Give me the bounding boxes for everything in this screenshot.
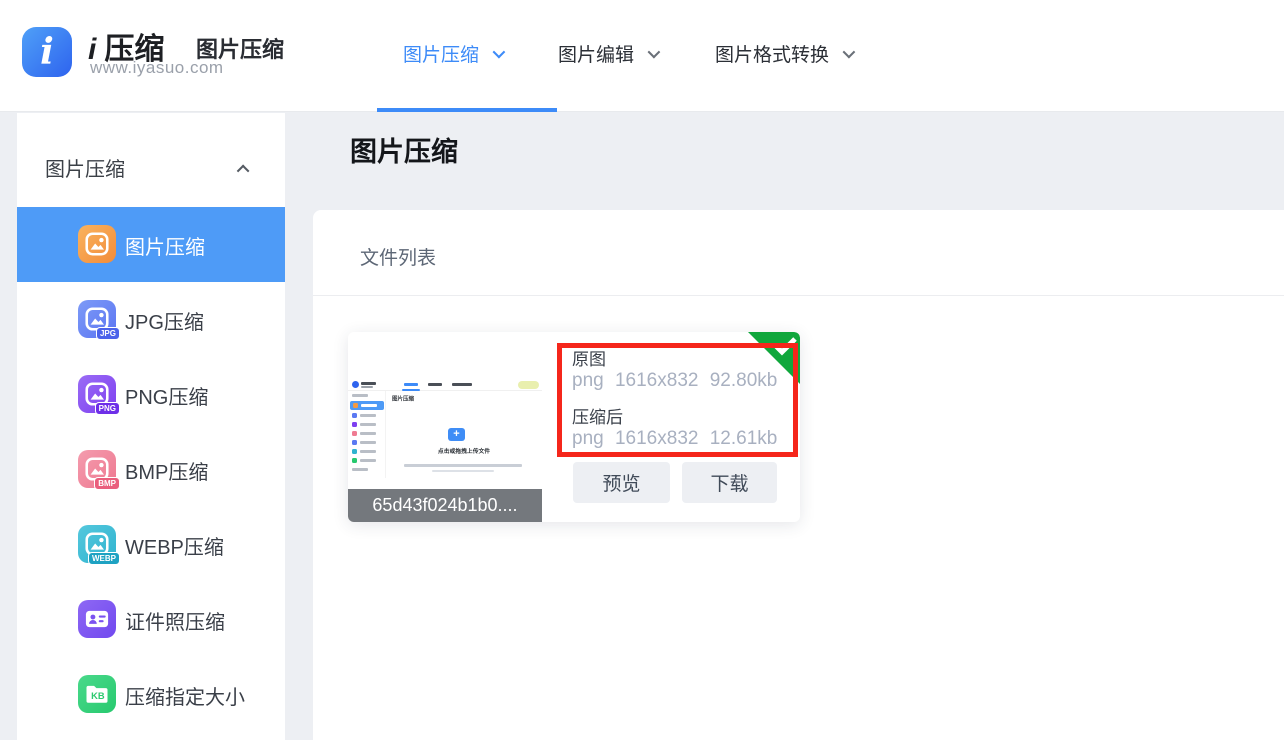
decor-bar bbox=[428, 383, 442, 386]
thumb-upload-plus-icon: + bbox=[448, 428, 465, 441]
sidebar-item-webp-compress[interactable]: WEBP WEBP压缩 bbox=[17, 507, 285, 582]
decor-dot bbox=[352, 440, 357, 445]
decor-bar bbox=[360, 423, 376, 426]
thumb-mini-row bbox=[348, 420, 386, 429]
decor-bar bbox=[402, 389, 420, 391]
webp-badge: WEBP bbox=[88, 552, 120, 565]
header: i i压缩 图片压缩 www.iyasuo.com 图片压缩 图片编辑 图片格式… bbox=[0, 0, 1284, 112]
active-nav-underline bbox=[377, 108, 557, 112]
decor-dot bbox=[352, 431, 357, 436]
brand-url: www.iyasuo.com bbox=[90, 58, 224, 78]
chevron-down-icon bbox=[843, 46, 856, 59]
decor-bar bbox=[360, 450, 376, 453]
download-button[interactable]: 下载 bbox=[682, 462, 777, 503]
thumb-mini-logo bbox=[352, 381, 359, 388]
nav-item-image-edit[interactable]: 图片编辑 bbox=[558, 40, 657, 67]
thumb-mini-row bbox=[348, 465, 386, 474]
preview-button[interactable]: 预览 bbox=[573, 462, 670, 503]
sidebar-item-label: PNG压缩 bbox=[125, 381, 208, 410]
thumb-mini-row-active bbox=[350, 401, 384, 410]
sidebar-item-bmp-compress[interactable]: BMP BMP压缩 bbox=[17, 432, 285, 507]
decor-bar bbox=[432, 470, 494, 472]
sidebar-item-id-photo-compress[interactable]: 证件照压缩 bbox=[17, 582, 285, 657]
decor-bar bbox=[352, 394, 368, 397]
site-logo-icon[interactable]: i bbox=[22, 27, 72, 77]
decor-bar bbox=[360, 414, 376, 417]
page-title: 图片压缩 bbox=[350, 130, 458, 169]
decor-bar bbox=[360, 441, 376, 444]
sidebar-item-label: JPG压缩 bbox=[125, 306, 204, 335]
decor-dot bbox=[353, 403, 358, 408]
thumb-mini-row bbox=[348, 456, 386, 465]
file-list-panel: 文件列表 bbox=[313, 210, 1284, 740]
file-name: 65d43f024b1b0.... bbox=[348, 489, 542, 522]
decor-bar bbox=[404, 383, 418, 386]
jpg-badge: JPG bbox=[96, 327, 120, 340]
decor-bar bbox=[361, 404, 377, 407]
sidebar-item-label: 图片压缩 bbox=[125, 231, 205, 260]
image-compress-icon bbox=[78, 225, 116, 263]
decor-bar bbox=[361, 386, 373, 388]
sidebar-group-title: 图片压缩 bbox=[45, 153, 125, 182]
thumb-mini-button bbox=[518, 381, 539, 389]
decor-bar bbox=[452, 383, 472, 386]
svg-text:KB: KB bbox=[91, 691, 105, 701]
decor-bar bbox=[404, 464, 522, 467]
decor-dot bbox=[352, 449, 357, 454]
bmp-compress-icon: BMP bbox=[78, 450, 116, 488]
thumb-mini-title: 图片压缩 bbox=[392, 394, 414, 402]
highlight-box bbox=[557, 343, 798, 457]
sidebar-item-label: BMP压缩 bbox=[125, 456, 208, 485]
nav-item-label: 图片编辑 bbox=[558, 40, 634, 67]
sidebar-item-label: 压缩指定大小 bbox=[125, 681, 245, 710]
decor-bar bbox=[360, 459, 376, 462]
sidebar-list: 图片压缩 JPG JPG压缩 PNG PNG压缩 BMP BMP压缩 bbox=[17, 207, 285, 732]
thumb-mini-row bbox=[348, 411, 386, 420]
thumb-mini-row bbox=[348, 438, 386, 447]
chevron-up-icon bbox=[237, 165, 250, 178]
decor-dot bbox=[352, 422, 357, 427]
nav-item-format-convert[interactable]: 图片格式转换 bbox=[715, 40, 852, 67]
decor-bar bbox=[361, 382, 376, 385]
file-thumbnail[interactable]: 图片压缩 + 点击或拖拽上传文件 65d43f024b1b0.... bbox=[348, 332, 542, 522]
sidebar-item-png-compress[interactable]: PNG PNG压缩 bbox=[17, 357, 285, 432]
sidebar-item-target-size-compress[interactable]: KB 压缩指定大小 bbox=[17, 657, 285, 732]
bmp-badge: BMP bbox=[94, 477, 120, 490]
sidebar: 图片压缩 图片压缩 JPG JPG压缩 PNG PNG压缩 bbox=[17, 113, 285, 740]
png-compress-icon: PNG bbox=[78, 375, 116, 413]
nav-item-label: 图片格式转换 bbox=[715, 40, 829, 67]
sidebar-item-label: 证件照压缩 bbox=[125, 606, 225, 635]
decor-bar bbox=[360, 432, 376, 435]
nav-item-label: 图片压缩 bbox=[403, 40, 479, 67]
thumb-mini-row bbox=[348, 447, 386, 456]
id-photo-compress-icon bbox=[78, 600, 116, 638]
panel-divider bbox=[313, 295, 1284, 296]
thumb-mini-header bbox=[348, 378, 542, 391]
sidebar-item-label: WEBP压缩 bbox=[125, 531, 224, 560]
sidebar-group-image-compress[interactable]: 图片压缩 bbox=[17, 113, 285, 207]
jpg-compress-icon: JPG bbox=[78, 300, 116, 338]
png-badge: PNG bbox=[95, 402, 120, 415]
chevron-down-icon bbox=[648, 46, 661, 59]
file-card: 图片压缩 + 点击或拖拽上传文件 65d43f024b1b0.... 原图 pn… bbox=[348, 332, 800, 522]
decor-dot bbox=[352, 413, 357, 418]
nav-item-image-compress[interactable]: 图片压缩 bbox=[403, 40, 502, 67]
sidebar-item-jpg-compress[interactable]: JPG JPG压缩 bbox=[17, 282, 285, 357]
panel-title: 文件列表 bbox=[360, 243, 436, 270]
sidebar-item-image-compress[interactable]: 图片压缩 bbox=[17, 207, 285, 282]
thumb-mini-sidebar bbox=[348, 391, 386, 478]
webp-compress-icon: WEBP bbox=[78, 525, 116, 563]
thumb-mini-row bbox=[348, 429, 386, 438]
thumb-upload-caption: 点击或拖拽上传文件 bbox=[419, 446, 509, 455]
decor-dot bbox=[352, 458, 357, 463]
target-size-compress-icon: KB bbox=[78, 675, 116, 713]
thumbnail-screenshot: 图片压缩 + 点击或拖拽上传文件 bbox=[348, 378, 542, 478]
decor-bar bbox=[352, 468, 368, 471]
chevron-down-icon bbox=[493, 46, 506, 59]
thumb-mini-row bbox=[348, 391, 386, 400]
